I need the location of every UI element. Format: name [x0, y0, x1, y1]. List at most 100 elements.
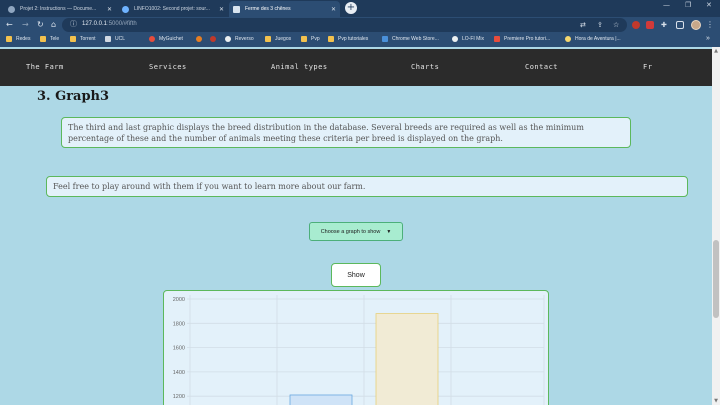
- bookmark-item[interactable]: Redes: [6, 36, 30, 42]
- browser-toolbar: ← → ↻ ⌂ ⓘ 127.0.0.1:5000/#fifth ⇄ ⇪ ☆ ✚ …: [0, 17, 720, 33]
- maximize-icon[interactable]: ❐: [685, 1, 691, 9]
- bookmark-label: Juegos: [275, 36, 292, 42]
- graph-select[interactable]: Choose a graph to show ▼: [309, 222, 403, 241]
- forward-icon[interactable]: →: [22, 19, 29, 31]
- invite-text: Feel free to play around with them if yo…: [53, 182, 366, 191]
- bookmark-label: Hora de Aventura |...: [575, 36, 621, 42]
- avatar[interactable]: [691, 20, 701, 30]
- bookmark-label: LO-FI Mix: [462, 36, 484, 42]
- nav-animal-types[interactable]: Animal types: [271, 63, 328, 71]
- translate-icon[interactable]: ⇄: [580, 19, 586, 31]
- folder-icon: [265, 36, 271, 42]
- back-icon[interactable]: ←: [6, 19, 13, 31]
- info-icon[interactable]: ⓘ: [70, 19, 77, 29]
- tab-ferme[interactable]: Ferme des 3 chênes ✕: [229, 1, 340, 17]
- music-icon: [452, 36, 458, 42]
- y-tick-label: 2000: [173, 297, 185, 303]
- chart-bar: [289, 394, 353, 405]
- scrollbar[interactable]: [712, 47, 720, 405]
- adventure-icon: [565, 36, 571, 42]
- scroll-up-icon[interactable]: ▲: [712, 47, 720, 55]
- bookmark-item[interactable]: UCL: [105, 36, 125, 42]
- close-icon[interactable]: ✕: [107, 6, 112, 13]
- section-heading: 3. Graph3: [37, 89, 110, 104]
- tab-instructions[interactable]: Projet 2: Instructions — Docume... ✕: [4, 1, 116, 17]
- bookmark-item[interactable]: LO-FI Mix: [452, 36, 484, 42]
- description-box: The third and last graphic displays the …: [61, 117, 631, 148]
- bookmark-item[interactable]: Tele: [40, 36, 59, 42]
- minimize-icon[interactable]: —: [663, 1, 670, 9]
- close-icon[interactable]: ✕: [219, 6, 224, 13]
- new-tab-button[interactable]: +: [345, 2, 357, 14]
- sidebar-icon[interactable]: [676, 21, 684, 29]
- bookmark-item[interactable]: Reverso: [225, 36, 254, 42]
- folder-icon: [70, 36, 76, 42]
- scroll-down-icon[interactable]: ▼: [712, 397, 720, 405]
- bookmark-label: Torrent: [80, 36, 96, 42]
- extension-red-icon[interactable]: [632, 21, 640, 29]
- bookmark-item[interactable]: Hora de Aventura |...: [565, 36, 621, 42]
- more-bookmarks-button[interactable]: »: [706, 35, 710, 42]
- nav-services[interactable]: Services: [149, 63, 187, 71]
- folder-icon: [328, 36, 334, 42]
- y-tick-label: 1400: [173, 370, 185, 376]
- bookmark-label: Chrome Web Store...: [392, 36, 439, 42]
- folder-icon: [6, 36, 12, 42]
- bookmark-item[interactable]: [210, 36, 220, 42]
- reload-icon[interactable]: ↻: [37, 19, 44, 31]
- bookmark-item[interactable]: Torrent: [70, 36, 96, 42]
- tab-title: Ferme des 3 chênes: [245, 6, 291, 12]
- bookmark-item[interactable]: Chrome Web Store...: [382, 36, 439, 42]
- folder-icon: [40, 36, 46, 42]
- y-tick-label: 1600: [173, 346, 185, 352]
- bookmark-item[interactable]: MyGuichet: [149, 36, 183, 42]
- bar-chart: 2000 1800 1600 1400 1200: [173, 295, 545, 405]
- home-icon[interactable]: ⌂: [51, 19, 56, 31]
- menu-icon[interactable]: ⋮: [706, 19, 714, 31]
- close-icon[interactable]: ✕: [331, 6, 336, 13]
- url-text: 127.0.0.1:5000/#fifth: [82, 21, 137, 27]
- bookmark-label: UCL: [115, 36, 126, 42]
- nav-language[interactable]: Fr: [643, 63, 652, 71]
- bookmark-item[interactable]: Juegos: [265, 36, 291, 42]
- tab-linfo1002[interactable]: LINFO1002: Second projet: sour... ✕: [118, 1, 228, 17]
- url-path: :5000/#fifth: [107, 21, 137, 27]
- chart-bar: [375, 313, 439, 405]
- y-tick-label: 1800: [173, 321, 185, 327]
- ucl-icon: [105, 36, 111, 42]
- nav-charts[interactable]: Charts: [411, 63, 439, 71]
- tab-title: Projet 2: Instructions — Docume...: [20, 6, 97, 12]
- bookmark-item[interactable]: Premiere Pro tutori...: [494, 36, 550, 42]
- fox-icon: [196, 36, 202, 42]
- h-icon: [210, 36, 216, 42]
- address-bar[interactable]: ⓘ 127.0.0.1:5000/#fifth: [62, 18, 627, 32]
- scrollbar-thumb[interactable]: [713, 240, 719, 318]
- close-window-icon[interactable]: ✕: [706, 1, 712, 9]
- bookmark-label: Pvp tutoriales: [338, 36, 369, 42]
- bookmarks-bar: Redes Tele Torrent UCL MyGuichet Reverso…: [0, 33, 720, 47]
- folder-icon: [301, 36, 307, 42]
- bookmark-item[interactable]: Pvp tutoriales: [328, 36, 368, 42]
- puzzle-icon[interactable]: ✚: [661, 19, 667, 31]
- url-host: 127.0.0.1: [82, 21, 108, 27]
- graph-select-value: Choose a graph to show: [320, 228, 381, 235]
- bookmark-item[interactable]: [196, 36, 206, 42]
- nav-the-farm[interactable]: The Farm: [26, 63, 64, 71]
- bookmark-label: Tele: [50, 36, 60, 42]
- reverso-icon: [225, 36, 231, 42]
- bookmark-label: Redes: [16, 36, 31, 42]
- bookmark-star-icon[interactable]: ☆: [613, 19, 619, 31]
- chrome-store-icon: [382, 36, 388, 42]
- bookmark-item[interactable]: Pvp: [301, 36, 320, 42]
- share-icon[interactable]: ⇪: [597, 19, 603, 31]
- tab-title: LINFO1002: Second projet: sour...: [134, 6, 210, 12]
- page-icon: [233, 5, 240, 13]
- invite-box: Feel free to play around with them if yo…: [46, 176, 688, 197]
- bookmark-label: MyGuichet: [159, 36, 183, 42]
- nav-contact[interactable]: Contact: [525, 63, 558, 71]
- bookmark-label: Premiere Pro tutori...: [504, 36, 551, 42]
- chart-container: 2000 1800 1600 1400 1200: [163, 290, 549, 405]
- arrow-icon: [122, 5, 129, 13]
- show-button[interactable]: Show: [331, 263, 381, 287]
- extension-icon[interactable]: [646, 21, 654, 29]
